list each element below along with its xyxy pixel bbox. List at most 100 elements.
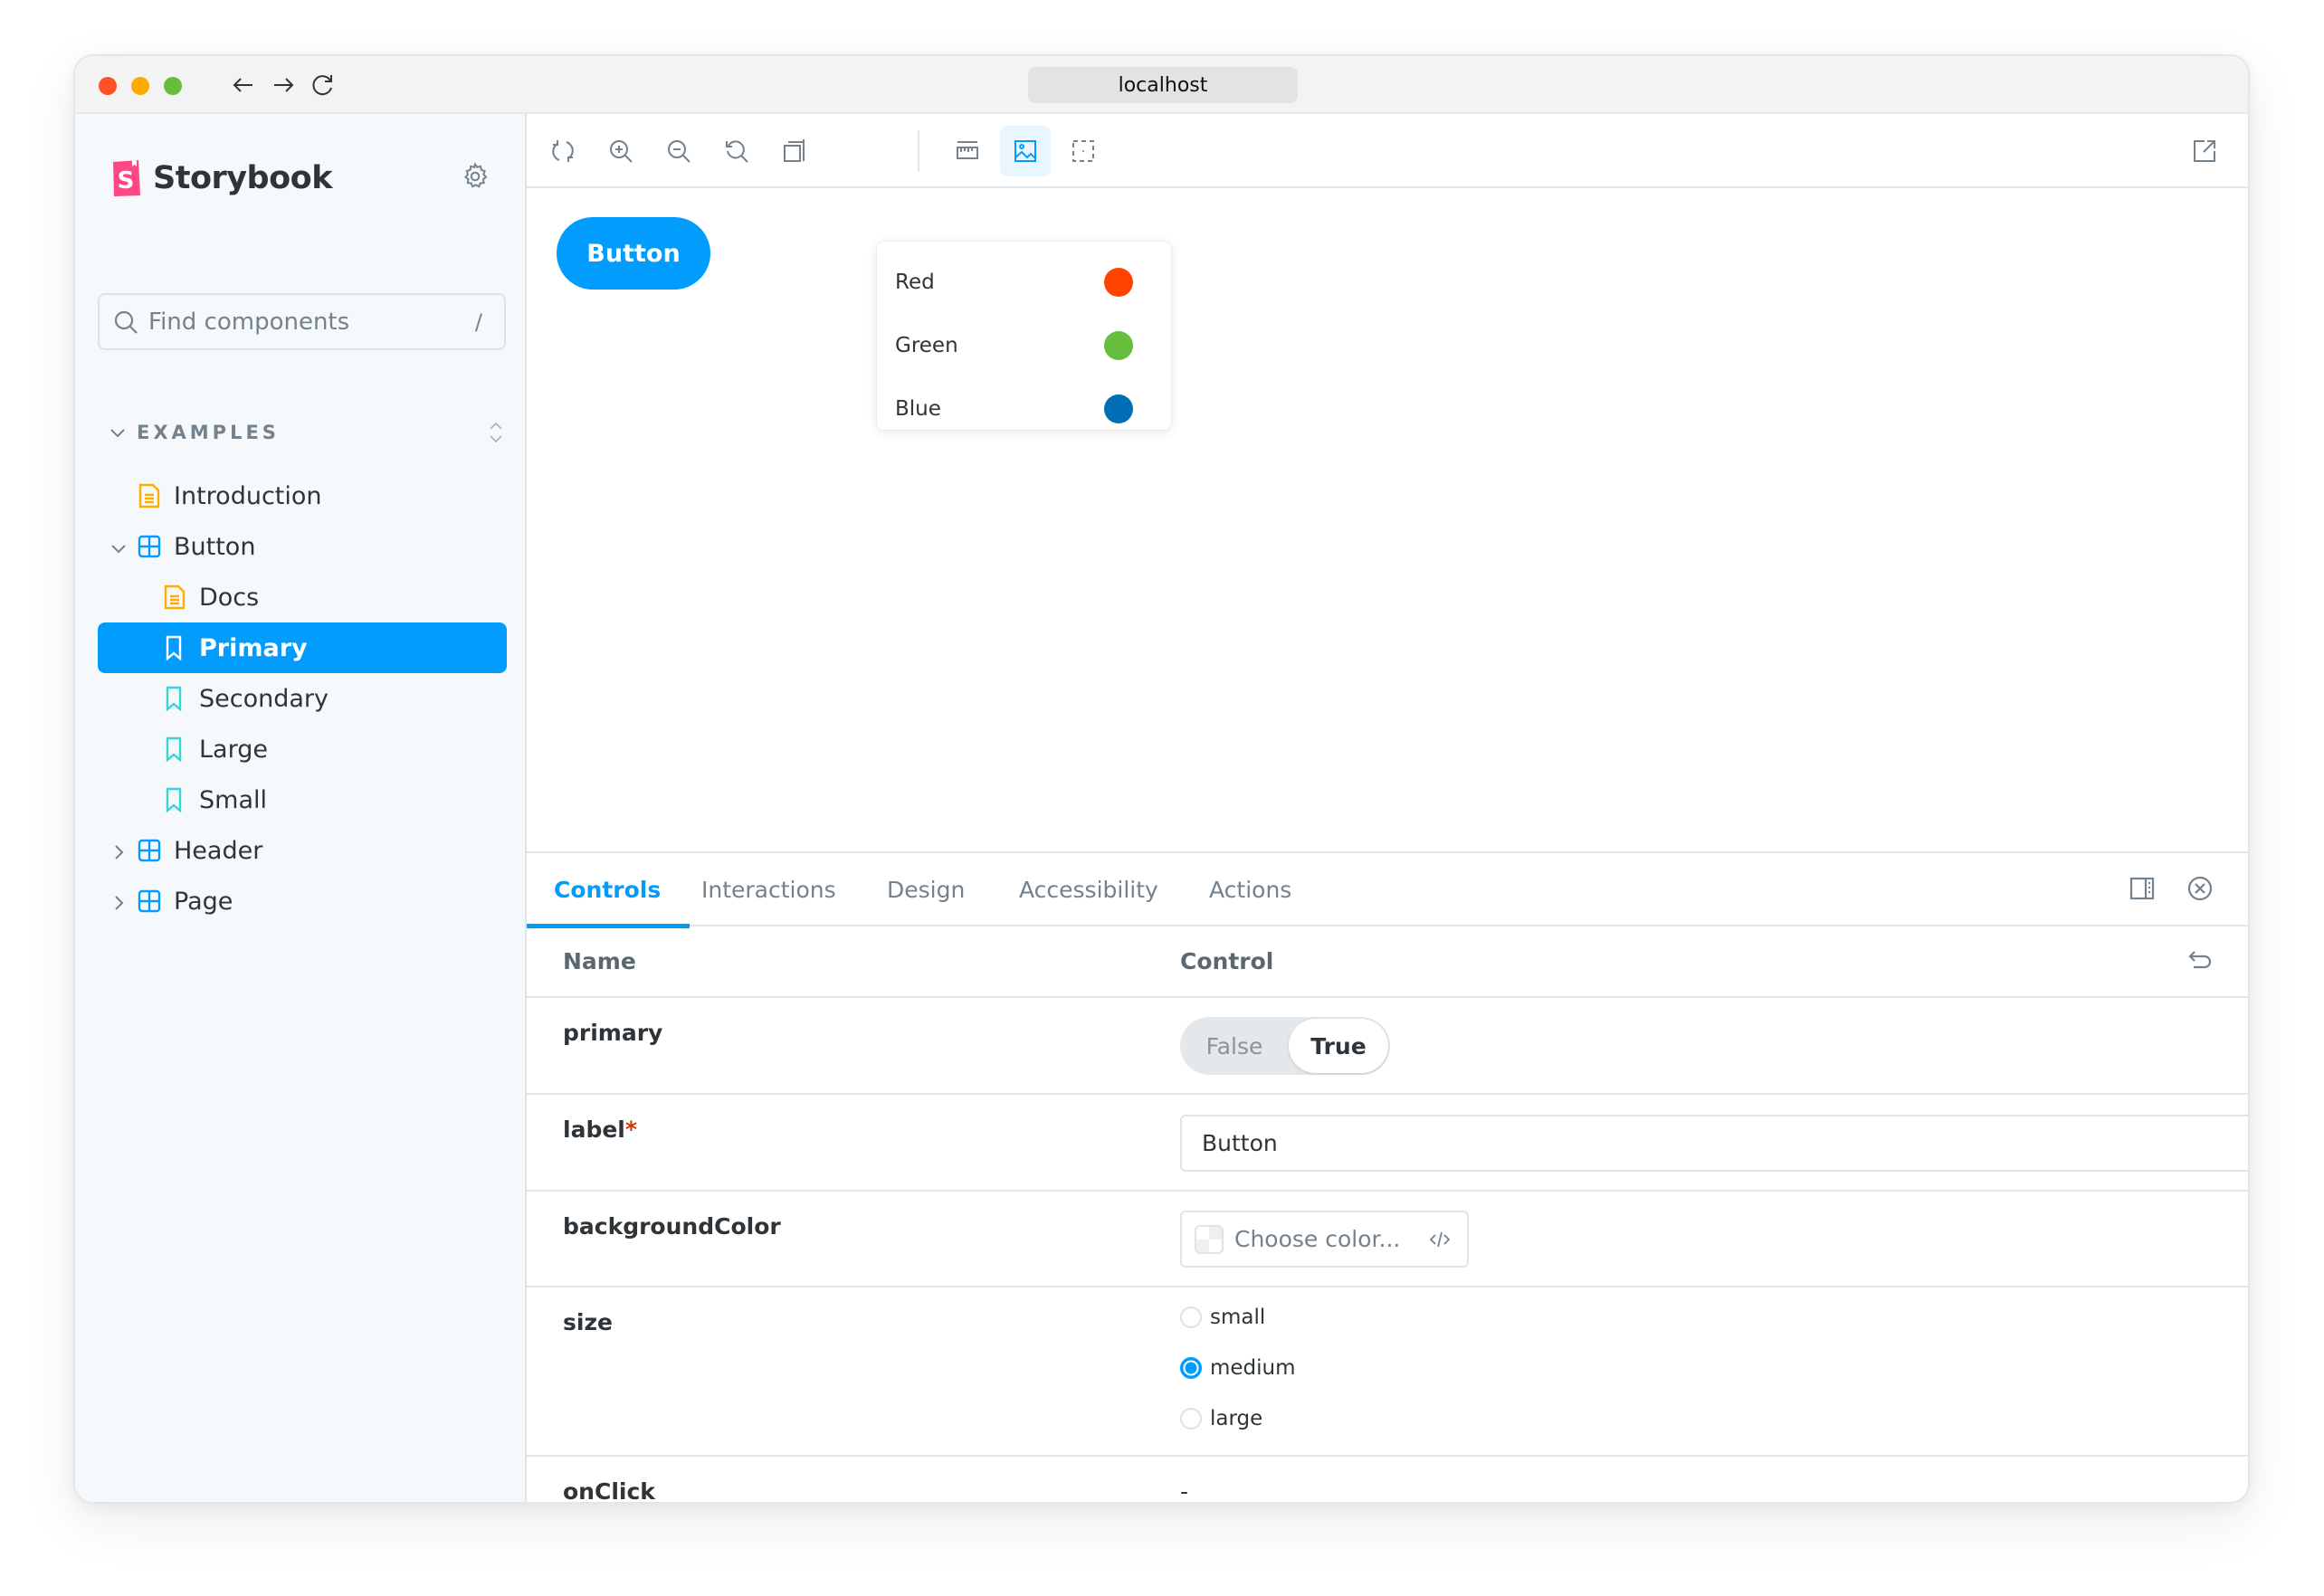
browser-window: localhost S Storybook / <box>73 54 2250 1504</box>
control-row-onclick: onClick - <box>527 1457 2248 1504</box>
tree-item-small[interactable]: Small <box>98 774 507 825</box>
column-header-name: Name <box>563 948 636 974</box>
tab-design[interactable]: Design <box>887 853 965 926</box>
size-radio-small[interactable]: small <box>1180 1306 1265 1329</box>
radio-label: small <box>1210 1306 1266 1329</box>
primary-boolean-toggle[interactable]: False True <box>1180 1017 1390 1075</box>
search-field[interactable]: / <box>98 293 506 350</box>
search-shortcut-hint: / <box>474 309 482 335</box>
open-in-new-tab-icon[interactable] <box>2179 126 2230 176</box>
arg-name-text: label <box>563 1116 625 1143</box>
tree-item-label: Button <box>174 532 256 561</box>
background-option-red[interactable]: Red <box>877 251 1171 314</box>
reload-icon[interactable] <box>538 126 588 176</box>
chevron-down-icon[interactable] <box>109 537 129 556</box>
tree-item-button[interactable]: Button <box>98 521 507 572</box>
arg-name: size <box>563 1309 613 1335</box>
toggle-true-option[interactable]: True <box>1289 1019 1388 1073</box>
radio-button[interactable] <box>1180 1408 1202 1430</box>
zoom-out-icon[interactable] <box>653 126 704 176</box>
document-icon <box>138 483 161 508</box>
tab-accessibility[interactable]: Accessibility <box>1019 853 1158 926</box>
radio-button-selected[interactable] <box>1180 1357 1202 1379</box>
tree-item-header[interactable]: Header <box>98 825 507 876</box>
color-picker-input[interactable]: Choose color... <box>1180 1211 1469 1268</box>
toggle-false-option[interactable]: False <box>1180 1033 1289 1059</box>
radio-label: large <box>1210 1407 1263 1430</box>
arg-name: label* <box>563 1116 637 1143</box>
controls-table: Name Control primary False True label* B… <box>527 926 2248 1504</box>
forward-arrow-icon[interactable] <box>269 71 298 100</box>
brand-name: Storybook <box>153 160 332 196</box>
chevron-right-icon[interactable] <box>109 891 129 911</box>
story-button[interactable]: Button <box>557 217 710 290</box>
panel-orientation-icon[interactable] <box>2127 873 2157 904</box>
minimize-window-button[interactable] <box>131 77 149 95</box>
settings-gear-icon[interactable] <box>460 161 491 192</box>
browser-titlebar: localhost <box>75 56 2248 114</box>
section-examples[interactable]: EXAMPLES <box>108 422 506 443</box>
chevron-right-icon[interactable] <box>109 841 129 860</box>
close-panel-icon[interactable] <box>2185 873 2215 904</box>
color-swatch-empty[interactable] <box>1195 1224 1224 1254</box>
tab-controls[interactable]: Controls <box>526 853 691 928</box>
preview-toolbar <box>527 114 2248 188</box>
label-text-input[interactable] <box>1180 1115 2248 1172</box>
tree-item-secondary[interactable]: Secondary <box>98 673 507 724</box>
background-icon[interactable] <box>1000 126 1051 176</box>
column-header-control: Control <box>1180 948 1274 974</box>
maximize-window-button[interactable] <box>164 77 182 95</box>
outline-icon[interactable] <box>1058 126 1109 176</box>
component-icon <box>138 838 161 863</box>
reset-controls-icon[interactable] <box>2185 945 2215 975</box>
measure-icon[interactable] <box>942 126 993 176</box>
radio-button[interactable] <box>1180 1306 1202 1328</box>
document-icon <box>163 584 186 610</box>
search-input[interactable] <box>148 308 456 336</box>
size-radio-large[interactable]: large <box>1180 1407 1262 1430</box>
bookmark-icon <box>163 736 186 763</box>
arg-value: - <box>1180 1478 1189 1504</box>
tree-item-label: Introduction <box>174 481 322 510</box>
tree-item-introduction[interactable]: Introduction <box>98 470 507 521</box>
backgrounds-menu: Red Green Blue <box>877 242 1171 430</box>
storybook-logo-icon: S <box>111 159 142 197</box>
expand-collapse-all-icon[interactable] <box>486 419 506 446</box>
size-radio-medium[interactable]: medium <box>1180 1356 1296 1380</box>
tree-item-label: Large <box>199 735 268 764</box>
zoom-in-icon[interactable] <box>595 126 646 176</box>
url-text: localhost <box>1118 73 1208 97</box>
color-swatch <box>1104 394 1133 423</box>
back-arrow-icon[interactable] <box>229 71 258 100</box>
bookmark-icon <box>163 635 186 661</box>
tree-item-primary[interactable]: Primary <box>98 622 507 673</box>
code-icon[interactable] <box>1427 1227 1452 1252</box>
background-option-green[interactable]: Green <box>877 314 1171 377</box>
close-window-button[interactable] <box>99 77 117 95</box>
background-option-blue[interactable]: Blue <box>877 377 1171 441</box>
tree-item-docs[interactable]: Docs <box>98 572 507 622</box>
tab-interactions[interactable]: Interactions <box>701 853 836 926</box>
tree-item-label: Page <box>174 887 233 916</box>
bookmark-icon <box>163 787 186 813</box>
tree-item-page[interactable]: Page <box>98 876 507 926</box>
zoom-reset-icon[interactable] <box>711 126 762 176</box>
tab-actions[interactable]: Actions <box>1209 853 1291 926</box>
tree-item-label: Secondary <box>199 684 329 713</box>
section-label: EXAMPLES <box>137 422 280 443</box>
arg-name: onClick <box>563 1478 655 1504</box>
chevron-down-icon <box>108 423 128 442</box>
option-label: Green <box>895 334 958 357</box>
bookmark-icon <box>163 686 186 712</box>
option-label: Blue <box>895 397 941 421</box>
option-label: Red <box>895 271 935 294</box>
storybook-logo[interactable]: S Storybook <box>111 159 332 197</box>
component-icon <box>138 888 161 914</box>
tree-item-large[interactable]: Large <box>98 724 507 774</box>
reload-page-icon[interactable] <box>309 71 338 100</box>
addons-panel: Controls Interactions Design Accessibili… <box>526 851 2248 1504</box>
component-tree: Introduction Button Docs Primary Seconda… <box>98 470 507 926</box>
address-bar[interactable]: localhost <box>1028 67 1298 103</box>
viewport-icon[interactable] <box>769 126 820 176</box>
svg-text:S: S <box>118 167 135 195</box>
